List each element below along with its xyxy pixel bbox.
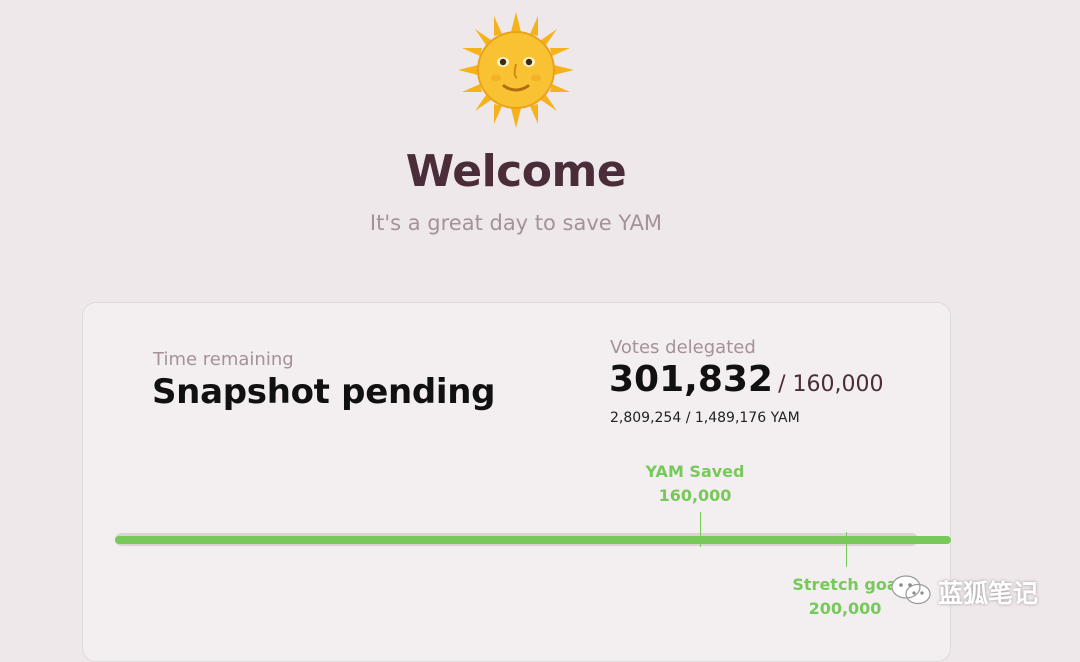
yam-amounts: 2,809,254 / 1,489,176 YAM bbox=[610, 410, 800, 426]
page-title: Welcome bbox=[405, 146, 627, 197]
time-remaining-value: Snapshot pending bbox=[152, 372, 496, 412]
votes-current: 301,832 bbox=[609, 359, 773, 400]
votes-delegated-row: 301,832 / 160,000 bbox=[609, 359, 883, 400]
time-remaining-label: Time remaining bbox=[153, 349, 294, 370]
progress-track bbox=[115, 533, 951, 546]
milestone-yam-saved: YAM Saved 160,000 bbox=[620, 460, 770, 508]
page-subtitle: It's a great day to save YAM bbox=[369, 211, 663, 235]
milestone-marker-stretch-goal bbox=[846, 532, 847, 567]
votes-delegated-label: Votes delegated bbox=[610, 337, 756, 358]
wechat-icon bbox=[890, 572, 932, 608]
progress-fill bbox=[115, 536, 951, 544]
milestone-marker-yam-saved bbox=[700, 512, 701, 547]
watermark-text: 蓝狐笔记 bbox=[938, 579, 1039, 608]
milestone-yam-saved-value: 160,000 bbox=[658, 486, 732, 505]
votes-target: / 160,000 bbox=[778, 372, 884, 397]
sun-with-face-icon bbox=[456, 10, 576, 130]
milestone-yam-saved-label: YAM Saved bbox=[645, 462, 745, 481]
